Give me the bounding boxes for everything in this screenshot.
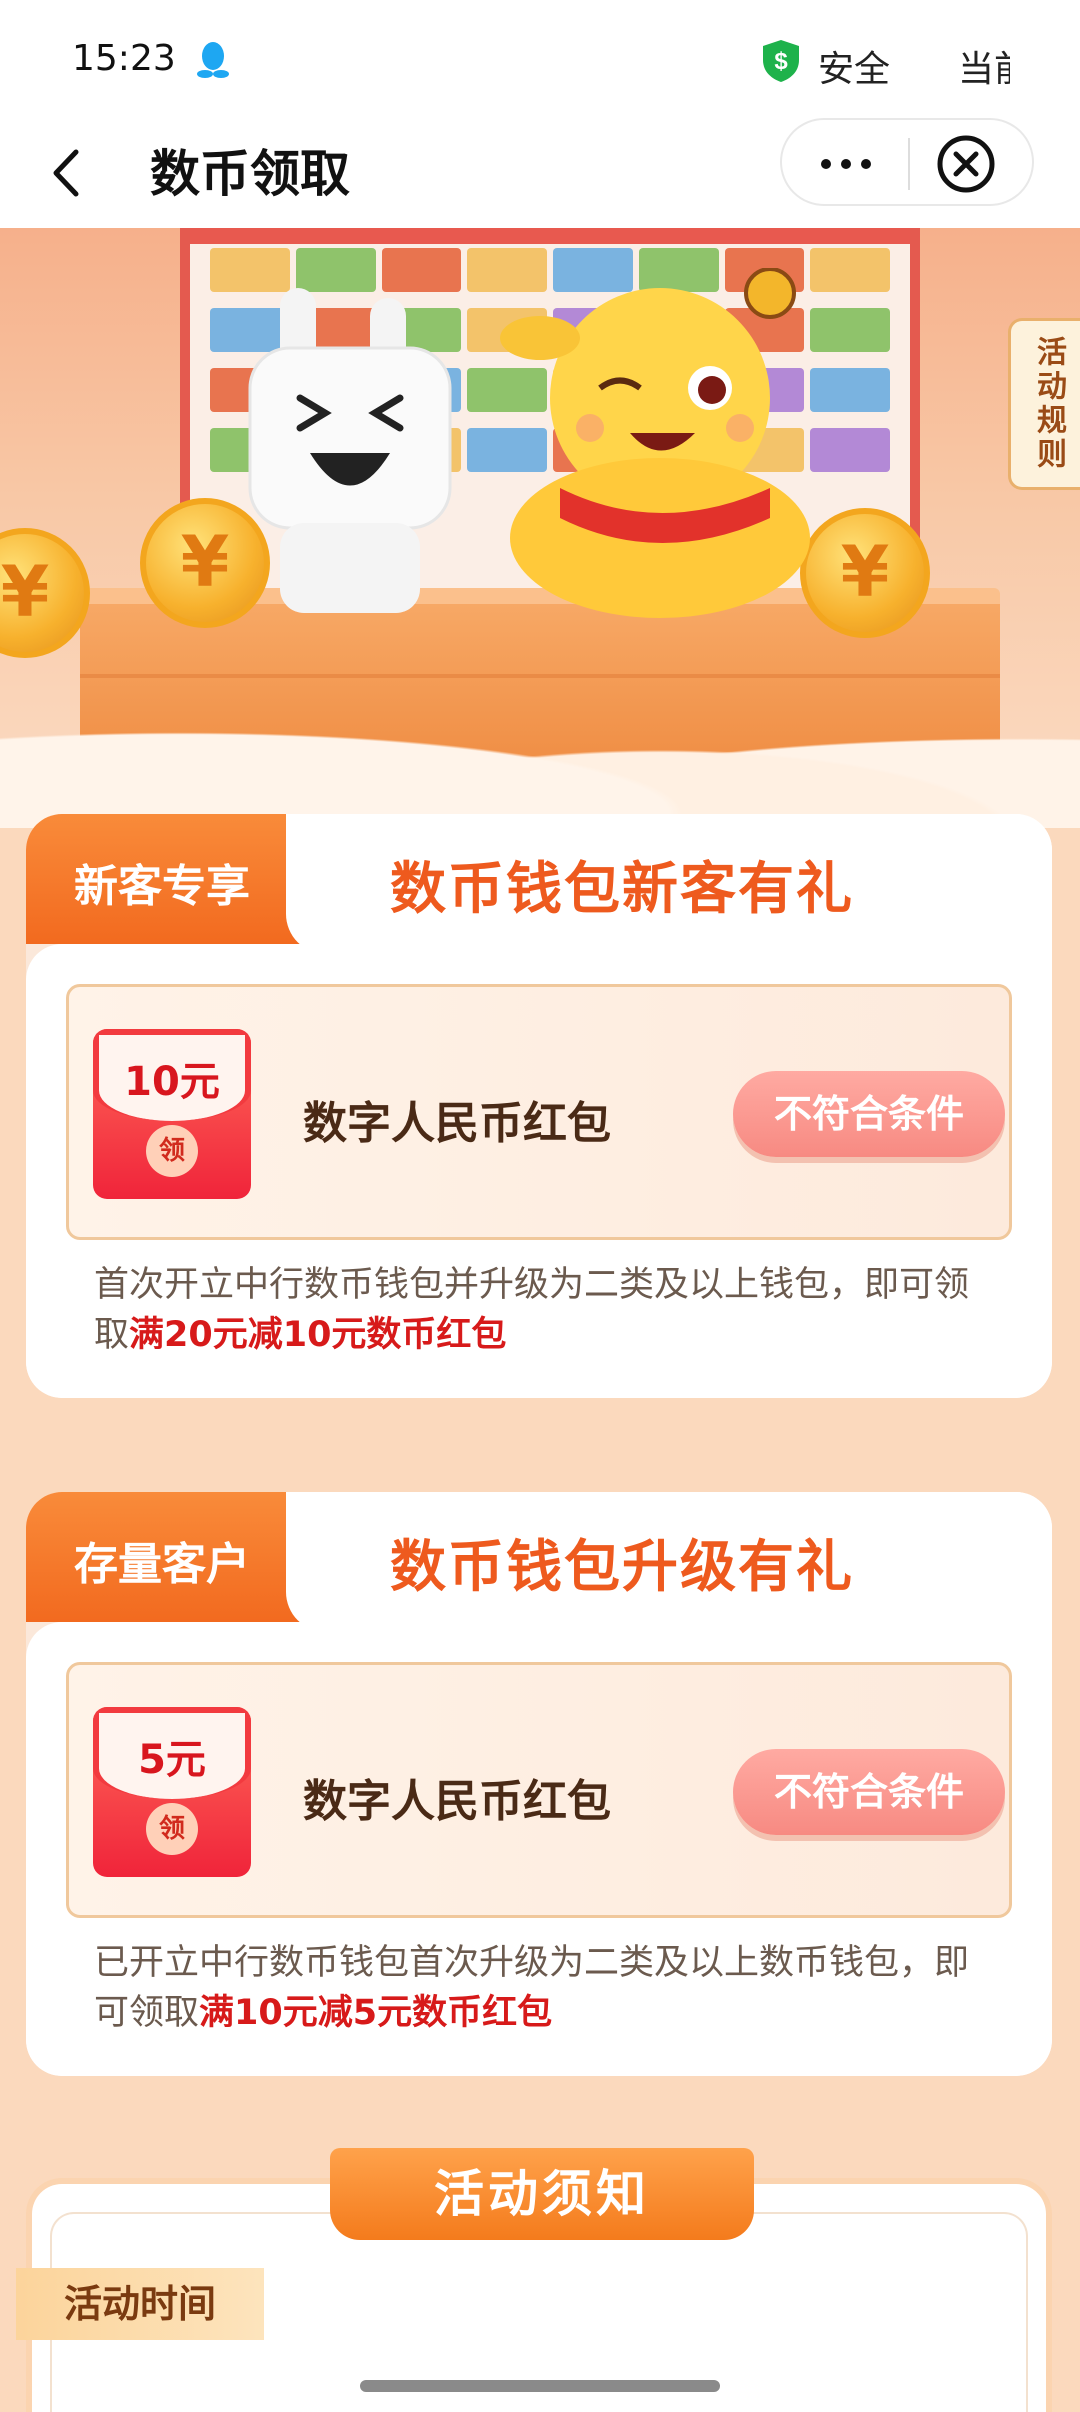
status-time: 15:23 [72,38,176,79]
card-description: 已开立中行数币钱包首次升级为二类及以上数币钱包，即可领取满10元减5元数币红包 [94,1943,970,2033]
not-eligible-button[interactable]: 不符合条件 [733,1749,1005,1835]
nav-bar: 数币领取 [0,118,1080,228]
red-envelope-icon: 5元 领 [93,1707,251,1877]
safety-label: 安全 [818,49,891,90]
mini-program-capsule [780,118,1034,206]
coupon-name: 数字人民币红包 [303,1098,611,1149]
card-body: 10元 领 数字人民币红包 不符合条件 首次开立中行数币钱包并升级为二类及以上钱… [26,944,1052,1398]
highlight-text: 满10元减5元数币红包 [199,1993,553,2033]
gold-mascot-illustration [500,268,810,618]
status-bar: 15:23 $ 安全 当前 [0,0,1080,118]
home-indicator[interactable] [360,2380,720,2392]
coin-illustration: ¥ [0,528,90,658]
red-envelope-icon: 10元 领 [93,1029,251,1199]
envelope-seal: 领 [146,1125,198,1177]
envelope-amount: 5元 [138,1737,206,1783]
back-arrow-icon[interactable] [40,138,100,208]
hero-banner: ¥ ¥ ¥ 活动规则 [0,228,1080,828]
notice-title: 活动须知 [330,2148,754,2240]
capsule-divider [908,138,910,190]
close-icon[interactable] [934,132,998,196]
svg-text:$: $ [774,48,788,75]
more-icon[interactable] [816,142,876,186]
card-tag-label: 存量客户 [74,1539,250,1590]
highlight-text: 满20元减10元数币红包 [129,1315,507,1355]
activity-rules-tab[interactable]: 活动规则 [1008,318,1080,490]
activity-time-label: 活动时间 [16,2268,264,2340]
card-description: 首次开立中行数币钱包并升级为二类及以上钱包，即可领取满20元减10元数币红包 [94,1265,970,1355]
coupon: 10元 领 数字人民币红包 不符合条件 [66,984,1012,1240]
coupon-name: 数字人民币红包 [303,1776,611,1827]
envelope-amount: 10元 [124,1059,220,1105]
card-body: 5元 领 数字人民币红包 不符合条件 已开立中行数币钱包首次升级为二类及以上数币… [26,1622,1052,2076]
existing-customer-card: 存量客户 数币钱包升级有礼 5元 领 数字人民币红包 不符合条件 已开立中行数币… [26,1492,1052,2076]
card-tag-label: 新客专享 [74,861,250,912]
status-truncated-text: 当前 [958,49,1010,90]
cloud-decoration [0,658,1080,828]
card-title: 数币钱包升级有礼 [390,1535,854,1600]
rabbit-mascot-illustration [248,288,452,613]
page-title: 数币领取 [150,145,350,203]
qq-icon [197,42,229,78]
new-customer-card: 新客专享 数币钱包新客有礼 10元 领 数字人民币红包 不符合条件 首次开立中行… [26,814,1052,1398]
envelope-seal: 领 [146,1803,198,1855]
not-eligible-button[interactable]: 不符合条件 [733,1071,1005,1157]
shield-icon: $ [763,40,799,82]
coupon: 5元 领 数字人民币红包 不符合条件 [66,1662,1012,1918]
card-title: 数币钱包新客有礼 [390,857,854,922]
